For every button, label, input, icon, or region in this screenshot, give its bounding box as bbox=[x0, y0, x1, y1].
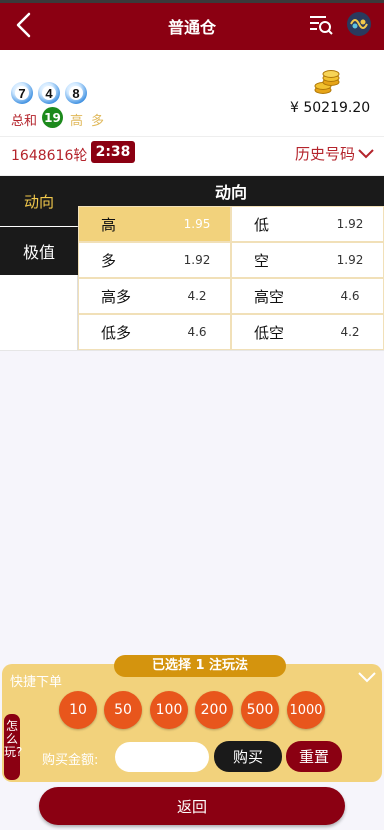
search-list-icon[interactable] bbox=[308, 14, 334, 36]
buy-button[interactable]: 购买 bbox=[214, 741, 282, 772]
app-logo-icon[interactable] bbox=[346, 11, 372, 37]
option-odds: 1.92 bbox=[336, 253, 364, 267]
option-label: 低空 bbox=[254, 323, 285, 342]
quick-order-label: 快捷下单 bbox=[10, 675, 63, 690]
history-numbers-link[interactable]: 历史号码 bbox=[295, 143, 355, 164]
round-number: 1648616轮 bbox=[11, 148, 88, 164]
amount-label: 购买金额: bbox=[42, 753, 99, 768]
coins-icon bbox=[314, 70, 340, 94]
how-to-play-button[interactable]: 怎么玩? bbox=[4, 714, 22, 780]
bet-option-low-empty[interactable]: 低空 4.2 bbox=[231, 314, 384, 350]
account-balance: ¥ 50219.20 bbox=[290, 100, 371, 116]
countdown-timer: 2:38 bbox=[91, 141, 135, 163]
tab-trend[interactable]: 动向 bbox=[0, 176, 78, 226]
option-odds: 4.2 bbox=[187, 289, 207, 303]
amount-input[interactable] bbox=[115, 742, 209, 772]
chevron-down-icon[interactable] bbox=[358, 148, 374, 159]
sum-value-badge: 19 bbox=[42, 107, 63, 128]
option-odds: 4.2 bbox=[340, 325, 360, 339]
option-label: 高 bbox=[101, 215, 117, 234]
grid-title: 动向 bbox=[78, 176, 384, 206]
result-tag: 高 bbox=[70, 114, 84, 129]
chip-200[interactable]: 200 bbox=[195, 691, 233, 729]
bet-option-many[interactable]: 多 1.92 bbox=[78, 242, 231, 278]
result-ball: 8 bbox=[65, 82, 87, 104]
option-odds: 1.92 bbox=[183, 253, 211, 267]
bet-option-low-many[interactable]: 低多 4.6 bbox=[78, 314, 231, 350]
option-odds: 4.6 bbox=[340, 289, 360, 303]
result-tag: 多 bbox=[91, 114, 105, 129]
option-odds: 1.95 bbox=[183, 217, 211, 231]
chip-100[interactable]: 100 bbox=[150, 691, 188, 729]
selected-count-badge: 已选择 1 注玩法 bbox=[114, 655, 286, 677]
option-label: 多 bbox=[101, 251, 117, 270]
option-label: 低 bbox=[254, 215, 270, 234]
option-odds: 4.6 bbox=[187, 325, 207, 339]
chevron-down-icon[interactable] bbox=[358, 671, 376, 683]
tab-extreme[interactable]: 极值 bbox=[0, 227, 78, 275]
chip-1000[interactable]: 1000 bbox=[287, 691, 325, 729]
reset-button[interactable]: 重置 bbox=[286, 741, 342, 772]
option-label: 高空 bbox=[254, 287, 285, 306]
bet-option-high-empty[interactable]: 高空 4.6 bbox=[231, 278, 384, 314]
option-odds: 1.92 bbox=[336, 217, 364, 231]
chip-50[interactable]: 50 bbox=[104, 691, 142, 729]
result-ball: 4 bbox=[38, 82, 60, 104]
bet-option-low[interactable]: 低 1.92 bbox=[231, 206, 384, 242]
return-button[interactable]: 返回 bbox=[39, 787, 345, 825]
option-label: 低多 bbox=[101, 323, 132, 342]
grid-divider bbox=[0, 350, 384, 351]
bet-option-high-many[interactable]: 高多 4.2 bbox=[78, 278, 231, 314]
option-label: 空 bbox=[254, 251, 270, 270]
bet-option-high[interactable]: 高 1.95 bbox=[78, 206, 231, 242]
chip-10[interactable]: 10 bbox=[59, 691, 97, 729]
option-label: 高多 bbox=[101, 287, 132, 306]
chip-500[interactable]: 500 bbox=[241, 691, 279, 729]
sum-label: 总和 bbox=[11, 114, 38, 129]
bet-option-empty[interactable]: 空 1.92 bbox=[231, 242, 384, 278]
result-ball: 7 bbox=[11, 82, 33, 104]
